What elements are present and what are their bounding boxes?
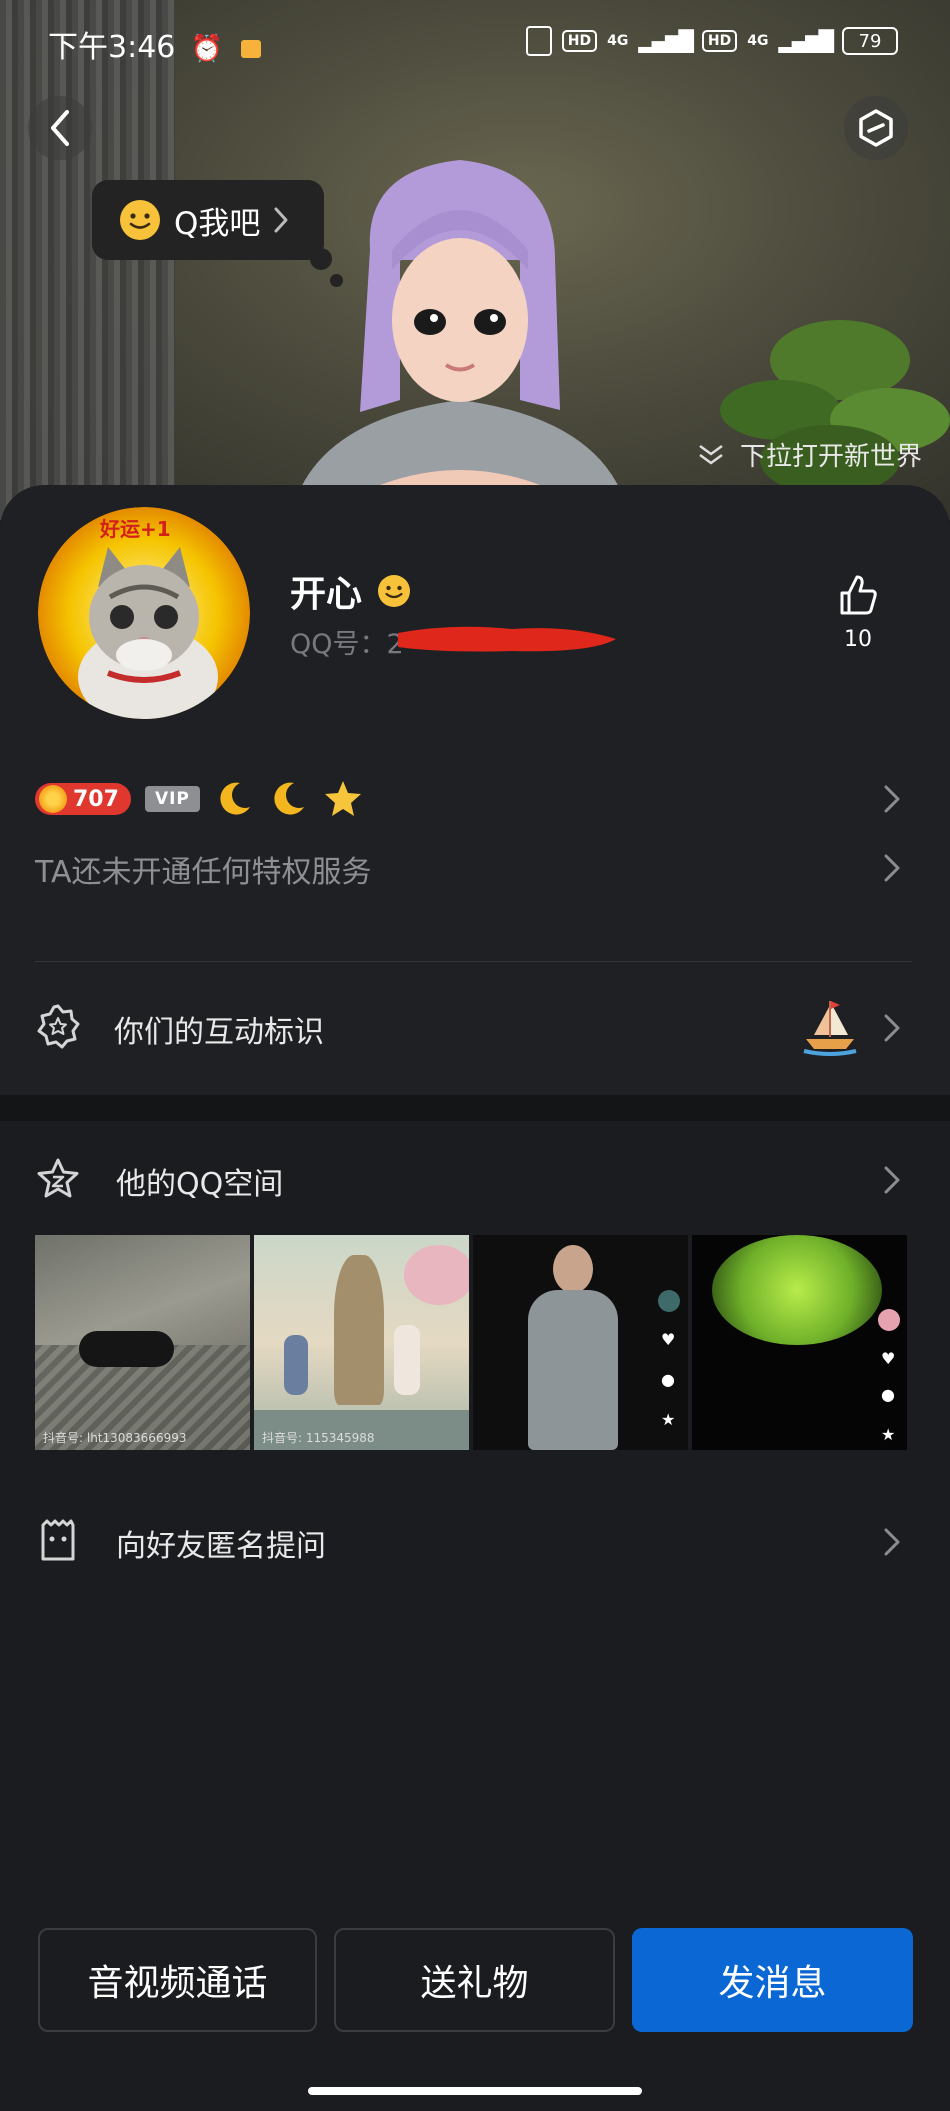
qq-number: QQ号：2 [290,629,404,660]
profile-card: 好运+1 开心 QQ号：2 10 707 VIP TA还未开通任何特权服务 你们… [0,485,950,1095]
chevron-right-icon[interactable] [882,1526,902,1558]
blossom-shape [404,1245,469,1305]
zplan-settings-button[interactable] [844,96,908,160]
qzone-thumb-1[interactable]: 抖音号: lht13083666993 [35,1235,250,1450]
back-button[interactable] [28,96,92,160]
pull-down-hint-text: 下拉打开新世界 [739,442,922,472]
network-type-1: 4G [607,33,629,49]
plant-decoration [720,320,950,495]
level-number: 707 [73,786,119,812]
clock-text: 下午3:46 [48,30,176,65]
alarm-icon: ⏰ [190,34,224,64]
qzone-star-icon [37,1158,79,1198]
model-dress [528,1290,618,1450]
status-indicators: HD 4G ▂▄▆█ HD 4G ▂▄▆█ 79 [525,26,898,56]
q-me-bubble[interactable]: Q我吧 [92,180,324,260]
profile-avatar[interactable]: 好运+1 [38,507,250,719]
heart-icon: ♥ [881,1349,896,1368]
comment-icon: ● [881,1385,895,1404]
smiley-status-icon [378,575,411,607]
hero-banner[interactable]: 下午3:46 ⏰ HD 4G ▂▄▆█ HD 4G ▂▄▆█ 79 Q我吧 下拉… [0,0,950,520]
sailboat-icon [803,1001,857,1056]
star-icon [324,781,361,816]
nickname: 开心 [290,574,363,615]
like-count: 10 [844,627,872,652]
hydrangea-shape [712,1235,882,1345]
comment-icon: ● [661,1370,675,1389]
qzone-thumb-2[interactable]: 抖音号: 115345988 [254,1235,469,1450]
q-me-label: Q我吧 [174,205,261,242]
home-indicator[interactable] [308,2087,642,2095]
hexagon-icon [859,109,893,147]
screen-cast-icon [525,26,552,56]
bubble-tail-dot-small [330,274,343,287]
moon-icon [220,782,250,815]
level-badges-row[interactable]: 707 VIP [35,775,915,823]
hd-badge-1: HD [561,30,598,52]
hd-badge-2: HD [701,30,738,52]
star-icon: ★ [661,1410,676,1429]
smiley-icon [120,200,160,240]
chevron-right-icon[interactable] [882,1164,902,1196]
av-call-button[interactable]: 音视频通话 [38,1928,317,2032]
double-chevron-down-icon [699,444,723,465]
side-avatar [658,1290,680,1312]
chevron-right-icon[interactable] [882,852,902,884]
pull-down-hint[interactable]: 下拉打开新世界 [696,436,922,473]
star-icon: ★ [881,1425,896,1444]
chevron-right-icon [274,207,288,233]
signal-icon-2: ▂▄▆█ [778,29,834,53]
qzone-thumbnails: 抖音号: lht13083666993 抖音号: 115345988 ♥ ● ★… [35,1235,907,1450]
divider [35,961,912,962]
chevron-right-icon[interactable] [882,1012,902,1044]
send-gift-button[interactable]: 送礼物 [334,1928,615,2032]
thumbs-up-icon [840,575,877,615]
side-avatar [878,1309,900,1331]
black-cat-shape [79,1331,174,1367]
heart-icon: ♥ [661,1330,676,1349]
like-button[interactable]: 10 [830,573,886,652]
bottom-action-bar: 音视频通话 送礼物 发消息 [0,1928,950,2034]
figure-shape [394,1325,420,1395]
qzone-label[interactable]: 他的QQ空间 [116,1159,283,1203]
redaction-mark [398,626,616,652]
status-bar: 下午3:46 ⏰ HD 4G ▂▄▆█ HD 4G ▂▄▆█ 79 [0,0,950,86]
coin-icon [39,785,67,813]
qzone-thumb-3[interactable]: ♥ ● ★ [473,1235,688,1450]
interaction-label[interactable]: 你们的互动标识 [114,1007,324,1051]
signal-icon-1: ▂▄▆█ [638,29,694,53]
cliff-shape [334,1255,384,1405]
status-time: 下午3:46 ⏰ [48,22,261,66]
vip-badge: VIP [144,786,200,812]
model-head [553,1245,593,1293]
anonymous-question-label[interactable]: 向好友匿名提问 [116,1521,326,1565]
avatar-lucky-text: 好运+1 [100,517,171,541]
chevron-left-icon [51,110,69,146]
level-badge: 707 [35,783,131,815]
thumb-caption: 抖音号: lht13083666993 [43,1431,187,1445]
qzone-thumb-4[interactable]: ♥ ● ★ [692,1235,907,1450]
moon-icon-2 [274,782,304,815]
zplan-avatar-figure [290,160,630,520]
anonymous-question-icon [41,1519,75,1561]
thumb-caption: 抖音号: 115345988 [262,1431,375,1445]
profile-name: 开心 [290,565,412,617]
section-separator [0,1095,950,1121]
network-type-2: 4G [747,33,769,49]
figure-shape [284,1335,308,1395]
chevron-right-icon[interactable] [882,783,902,815]
interaction-badge-icon [37,1004,80,1049]
notification-icon [240,39,261,58]
battery-indicator: 79 [842,27,898,55]
bubble-tail-dot [310,248,332,270]
privilege-status[interactable]: TA还未开通任何特权服务 [35,847,372,891]
send-message-button[interactable]: 发消息 [632,1928,913,2032]
